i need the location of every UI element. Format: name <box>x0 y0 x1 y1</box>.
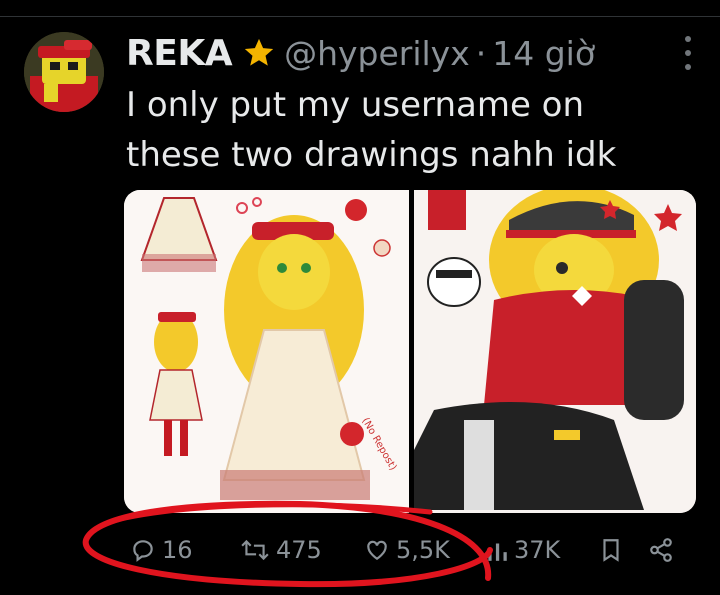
handle[interactable]: @hyperilyx <box>284 34 470 73</box>
tweet-text: I only put my username on these two draw… <box>126 80 686 180</box>
more-options-icon[interactable] <box>678 36 698 70</box>
media-grid: (No Repost) <box>124 190 696 513</box>
repost-button[interactable]: 475 <box>240 526 322 574</box>
like-count: 5,5K <box>396 536 450 564</box>
media-image-right[interactable] <box>414 190 696 513</box>
action-bar: 16 475 5,5K 37K <box>124 526 696 574</box>
bookmark-button[interactable] <box>600 526 622 574</box>
tweet-text-line: I only put my username on <box>126 85 585 125</box>
separator: · <box>475 33 487 73</box>
share-icon <box>648 537 674 563</box>
views-count: 37K <box>514 536 561 564</box>
tweet-text-line: these two drawings nahh idk <box>126 135 617 175</box>
share-button[interactable] <box>648 526 674 574</box>
repost-count: 475 <box>276 536 322 564</box>
like-button[interactable]: 5,5K <box>364 526 450 574</box>
tweet-header: REKA @hyperilyx · 14 giờ <box>126 28 595 78</box>
reply-icon <box>130 537 156 563</box>
timestamp[interactable]: 14 giờ <box>492 34 595 73</box>
views-bar-chart-icon <box>486 537 508 563</box>
display-name[interactable]: REKA <box>126 33 233 74</box>
heart-icon <box>364 537 390 563</box>
divider <box>0 16 720 17</box>
bookmark-icon <box>600 537 622 563</box>
views-button[interactable]: 37K <box>486 526 560 574</box>
repost-icon <box>240 537 270 563</box>
media-image-left[interactable]: (No Repost) <box>124 190 409 513</box>
star-badge-icon <box>242 36 276 70</box>
tweet[interactable]: REKA @hyperilyx · 14 giờ I only put my u… <box>0 0 720 595</box>
reply-button[interactable]: 16 <box>130 526 193 574</box>
avatar[interactable] <box>24 32 104 112</box>
reply-count: 16 <box>162 536 193 564</box>
